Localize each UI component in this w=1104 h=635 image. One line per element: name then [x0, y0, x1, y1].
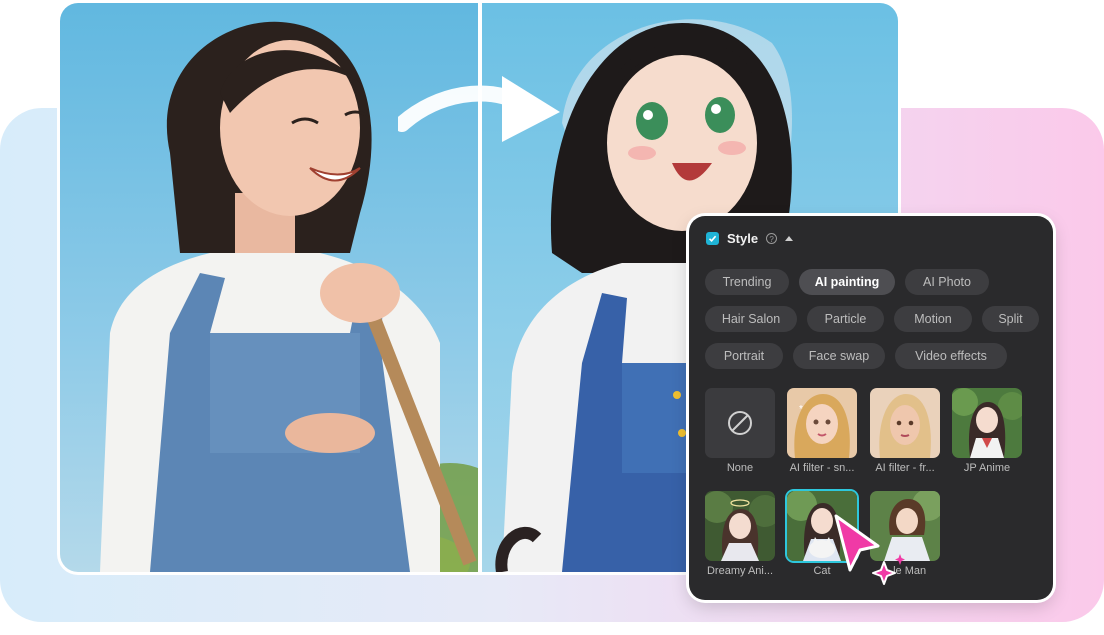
chip-split[interactable]: Split	[982, 306, 1039, 332]
style-label: AI filter - sn...	[789, 462, 855, 474]
pointer-cursor-icon	[834, 514, 905, 585]
style-header: Style ?	[706, 231, 794, 246]
style-title: Style	[727, 231, 759, 246]
none-icon	[728, 411, 752, 435]
check-icon	[708, 235, 717, 242]
svg-text:*: *	[799, 404, 803, 415]
style-tile-ai-filter-fr[interactable]: AI filter - fr...	[870, 388, 940, 474]
style-thumb	[870, 388, 940, 458]
chip-motion[interactable]: Motion	[894, 306, 972, 332]
style-checkbox[interactable]	[706, 232, 719, 245]
style-thumb: *	[787, 388, 857, 458]
chip-face-swap[interactable]: Face swap	[793, 343, 885, 369]
style-tile-none[interactable]: None	[705, 388, 775, 474]
chip-ai-painting[interactable]: AI painting	[799, 269, 895, 295]
style-label: JP Anime	[963, 462, 1011, 474]
style-label: AI filter - fr...	[875, 462, 935, 474]
chip-hair-salon[interactable]: Hair Salon	[705, 306, 797, 332]
style-tile-dreamy-anime[interactable]: Dreamy Ani...	[705, 491, 775, 577]
chip-video-effects[interactable]: Video effects	[895, 343, 1007, 369]
style-thumb	[705, 491, 775, 561]
collapse-caret-icon[interactable]	[785, 236, 794, 241]
chip-ai-photo[interactable]: AI Photo	[905, 269, 989, 295]
style-tile-ai-filter-sn[interactable]: * AI filter - sn...	[787, 388, 857, 474]
style-tile-jp-anime[interactable]: JP Anime	[952, 388, 1022, 474]
chip-portrait[interactable]: Portrait	[705, 343, 783, 369]
chip-trending[interactable]: Trending	[705, 269, 789, 295]
style-thumb	[705, 388, 775, 458]
chip-particle[interactable]: Particle	[807, 306, 884, 332]
help-icon[interactable]: ?	[766, 233, 778, 244]
style-label: None	[726, 462, 754, 474]
style-thumb	[952, 388, 1022, 458]
transform-arrow-icon	[398, 76, 560, 142]
style-label: Dreamy Ani...	[706, 565, 774, 577]
